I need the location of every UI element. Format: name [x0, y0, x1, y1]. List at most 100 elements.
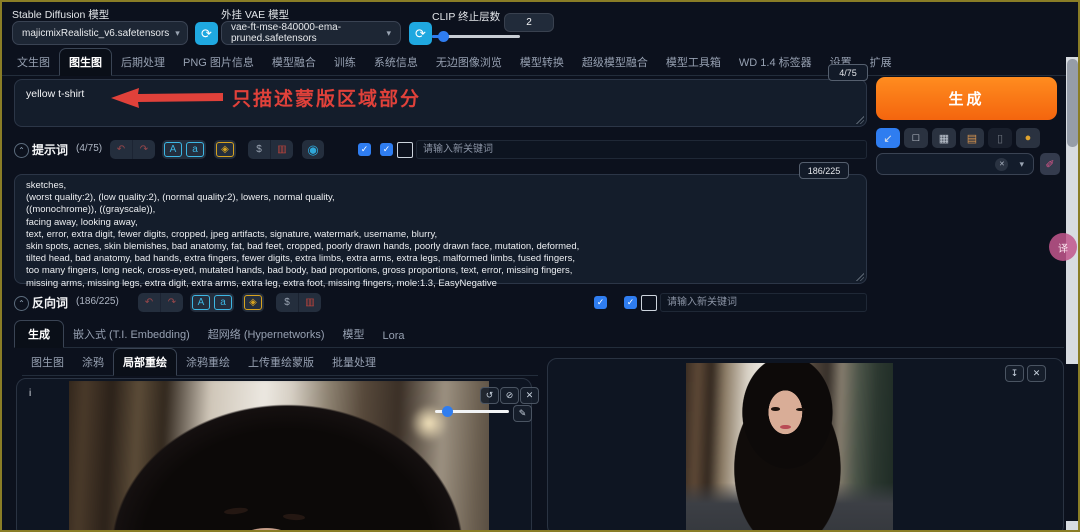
paste-params-button[interactable]: ↙ — [876, 128, 900, 148]
edit-styles-button[interactable]: ✐ — [1040, 153, 1060, 175]
canvas-close-button[interactable]: ✕ — [520, 387, 539, 404]
result-image-panel: ↧ ✕ — [547, 358, 1064, 532]
tab-embedding[interactable]: 嵌入式 (T.I. Embedding) — [64, 321, 199, 347]
brush-tool-button[interactable]: ✎ — [513, 405, 532, 422]
apply-style-button[interactable]: ▯ — [988, 128, 1012, 148]
tab-txt2img[interactable]: 文生图 — [8, 49, 59, 75]
inpaint-source-image[interactable] — [69, 381, 489, 532]
tab-generate[interactable]: 生成 — [14, 320, 64, 348]
dictionary-icon[interactable]: ◈ — [244, 295, 262, 310]
chevron-down-icon: ▾ — [386, 28, 391, 39]
collapse-prompt-button[interactable]: ⌃ — [14, 143, 29, 158]
tab-img2img[interactable]: 图生图 — [59, 48, 112, 76]
refresh-icon: ⟳ — [201, 26, 212, 42]
floating-translate-button[interactable]: 译 — [1049, 233, 1077, 261]
translate-alt-icon[interactable]: a — [186, 142, 204, 157]
negative-auto-translate-checkbox[interactable]: ✓ — [594, 296, 607, 309]
prompt-redo-button[interactable]: ↷ — [132, 140, 155, 159]
clip-skip-label: CLIP 终止层数 — [432, 9, 500, 24]
slider-thumb[interactable] — [442, 406, 453, 417]
tab-lora[interactable]: Lora — [374, 325, 414, 347]
clipboard-icon: ▯ — [997, 132, 1003, 145]
tab-img2img-mode[interactable]: 图生图 — [22, 349, 73, 375]
tab-inpaint-upload[interactable]: 上传重绘蒙版 — [239, 349, 323, 375]
negative-keyword-input[interactable] — [660, 293, 867, 312]
tab-hypernetworks[interactable]: 超网络 (Hypernetworks) — [199, 321, 334, 347]
tab-train[interactable]: 训练 — [325, 49, 365, 75]
tab-png-info[interactable]: PNG 图片信息 — [174, 49, 263, 75]
negative-extra-checkbox[interactable] — [641, 295, 657, 311]
currency-icon[interactable]: $ — [276, 293, 298, 312]
scrollbar-track[interactable] — [1066, 57, 1079, 364]
eye-left — [771, 407, 780, 411]
negative-token-counter: 186/225 — [799, 162, 849, 179]
prompt-keyword-input[interactable] — [416, 140, 867, 159]
square-icon: □ — [913, 132, 920, 144]
currency-icon[interactable]: $ — [248, 140, 270, 159]
styles-dropdown[interactable]: ✕ ▾ — [876, 153, 1034, 175]
generate-button[interactable]: 生成 — [876, 77, 1057, 120]
tab-checkpoint-merger[interactable]: 模型融合 — [263, 49, 325, 75]
download-icon: ↧ — [1011, 368, 1019, 379]
negative-prompt-value: sketches, (worst quality:2), (low qualit… — [26, 180, 856, 290]
tab-sketch[interactable]: 涂鸦 — [73, 349, 113, 375]
tab-batch[interactable]: 批量处理 — [323, 349, 385, 375]
canvas-erase-button[interactable]: ⊘ — [500, 387, 519, 404]
tab-system-info[interactable]: 系统信息 — [365, 49, 427, 75]
delete-negative-icon[interactable]: ▥ — [298, 293, 321, 312]
prompt-undo-button[interactable]: ↶ — [110, 140, 132, 159]
inpaint-tabbar: 图生图 涂鸦 局部重绘 涂鸦重绘 上传重绘蒙版 批量处理 — [22, 349, 538, 376]
sd-model-dropdown[interactable]: majicmixRealistic_v6.safetensors ▾ — [12, 21, 188, 45]
resize-grip-icon[interactable] — [856, 116, 864, 124]
negative-option-checkbox[interactable]: ✓ — [624, 296, 637, 309]
tab-extras[interactable]: 后期处理 — [112, 49, 174, 75]
clip-skip-slider[interactable] — [432, 35, 520, 38]
negative-redo-button[interactable]: ↷ — [160, 293, 183, 312]
save-style-button[interactable]: ● — [1016, 128, 1040, 148]
tab-model-toolkit[interactable]: 模型工具箱 — [657, 49, 730, 75]
result-image[interactable] — [686, 363, 893, 532]
annotation-arrow-icon — [109, 87, 224, 109]
vae-model-dropdown[interactable]: vae-ft-mse-840000-ema-pruned.safetensors… — [221, 21, 401, 45]
save-image-button[interactable]: ↧ — [1005, 365, 1024, 382]
canvas-undo-button[interactable]: ↺ — [480, 387, 499, 404]
scrollbar-thumb[interactable] — [1067, 59, 1078, 147]
tab-infinite-browser[interactable]: 无边图像浏览 — [427, 49, 511, 75]
trash-button[interactable]: ▦ — [932, 128, 956, 148]
globe-icon[interactable]: ◉ — [302, 140, 324, 159]
collapse-negative-button[interactable]: ⌃ — [14, 296, 29, 311]
check-icon: ✓ — [383, 144, 391, 155]
clear-styles-icon[interactable]: ✕ — [995, 158, 1008, 171]
negative-translate-group: A a — [190, 293, 234, 312]
tab-model-converter[interactable]: 模型转换 — [511, 49, 573, 75]
negative-undo-button[interactable]: ↶ — [138, 293, 160, 312]
translate-alt-icon[interactable]: a — [214, 295, 232, 310]
tab-inpaint[interactable]: 局部重绘 — [113, 348, 177, 376]
negative-prompt-textarea[interactable]: sketches, (worst quality:2), (low qualit… — [14, 174, 867, 284]
clear-prompt-button[interactable]: □ — [904, 128, 928, 148]
close-image-button[interactable]: ✕ — [1027, 365, 1046, 382]
translate-icon[interactable]: A — [164, 142, 182, 157]
dictionary-icon[interactable]: ◈ — [216, 142, 234, 157]
prompt-value: yellow t-shirt — [26, 88, 84, 100]
delete-prompt-icon[interactable]: ▥ — [270, 140, 293, 159]
tab-inpaint-sketch[interactable]: 涂鸦重绘 — [177, 349, 239, 375]
resize-grip-icon[interactable] — [856, 273, 864, 281]
prompt-extra-checkbox[interactable] — [397, 142, 413, 158]
image-info-label: i — [29, 388, 31, 399]
extra-networks-button[interactable]: ▤ — [960, 128, 984, 148]
clip-skip-value[interactable]: 2 — [504, 13, 554, 32]
chevron-down-icon: ▾ — [175, 28, 180, 39]
prompt-option-checkbox[interactable]: ✓ — [380, 143, 393, 156]
negative-undo-redo-group: ↶ ↷ — [138, 293, 183, 312]
brush-size-slider[interactable] — [435, 410, 509, 413]
picture-icon: ▤ — [967, 132, 977, 145]
vae-refresh-button[interactable]: ⟳ — [409, 22, 432, 45]
translate-icon[interactable]: A — [192, 295, 210, 310]
tab-super-merger[interactable]: 超级模型融合 — [573, 49, 657, 75]
tab-checkpoints[interactable]: 模型 — [334, 321, 374, 347]
sd-model-refresh-button[interactable]: ⟳ — [195, 22, 218, 45]
prompt-auto-translate-checkbox[interactable]: ✓ — [358, 143, 371, 156]
tab-wd14-tagger[interactable]: WD 1.4 标签器 — [730, 49, 821, 75]
slider-thumb[interactable] — [438, 31, 449, 42]
